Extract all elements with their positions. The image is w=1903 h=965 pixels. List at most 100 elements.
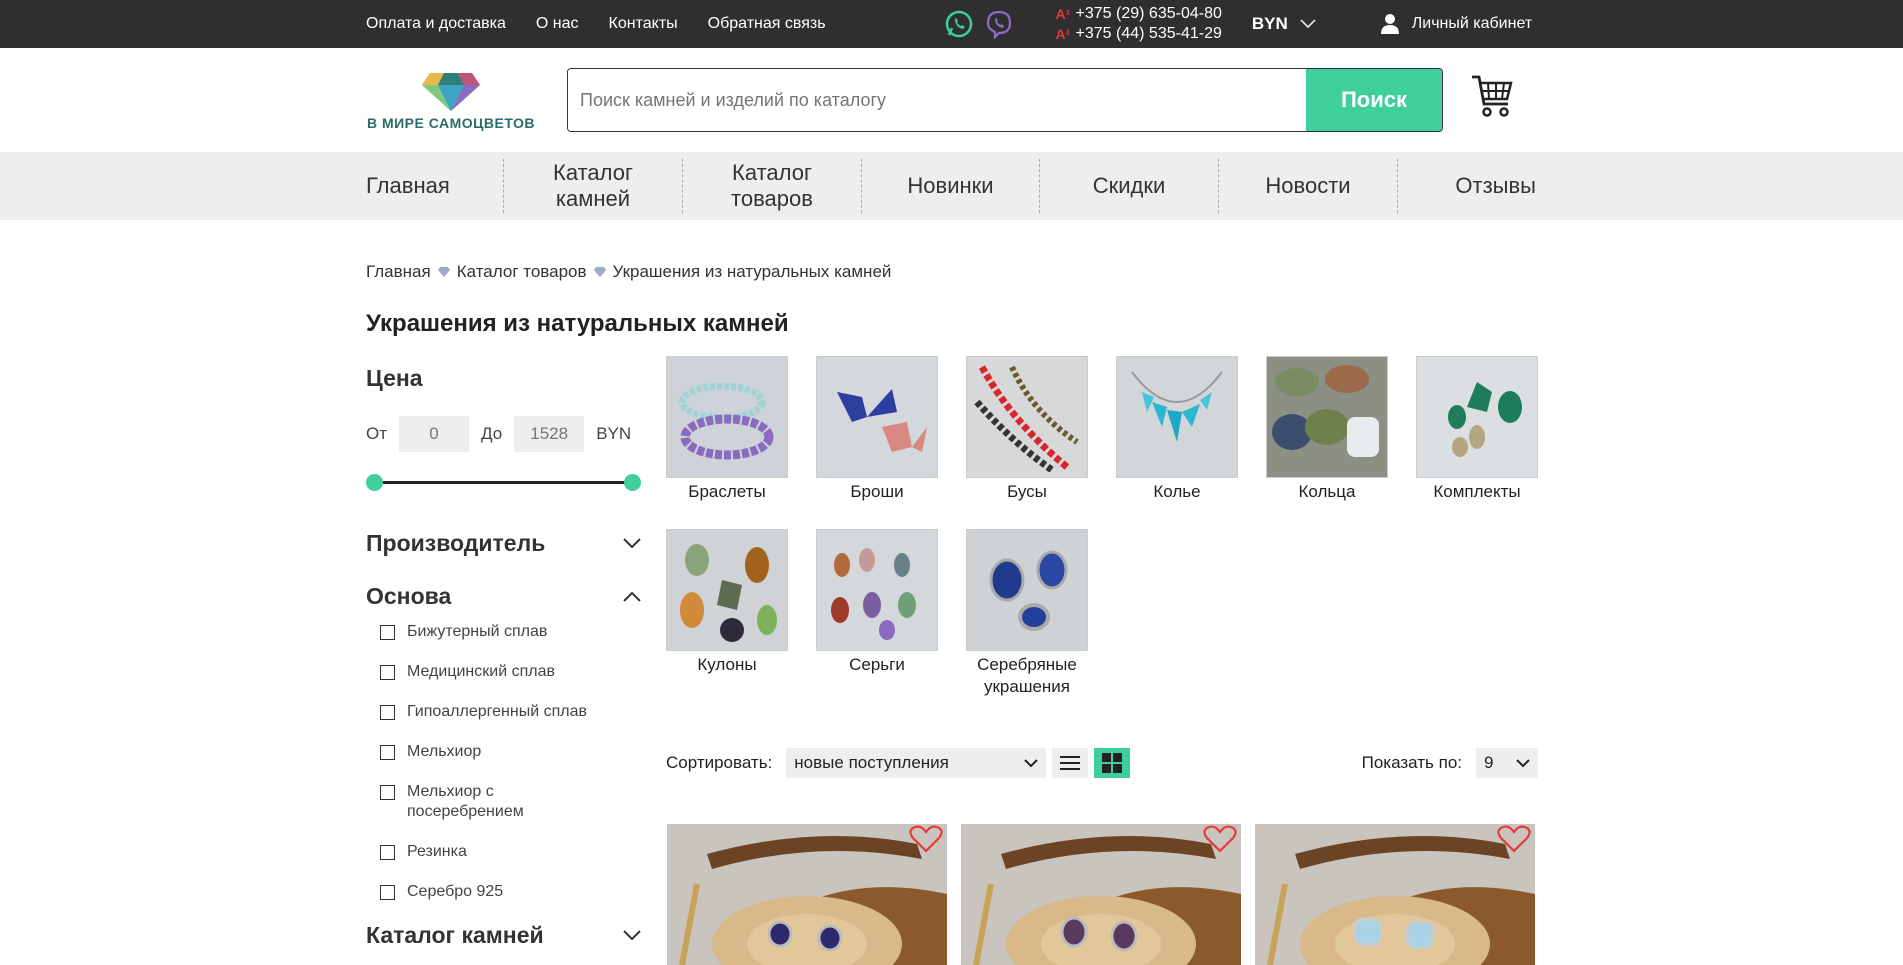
top-link-contacts[interactable]: Контакты [609, 15, 678, 33]
base-option[interactable]: Мельхиор [366, 742, 641, 762]
base-option[interactable]: Серебро 925 [366, 882, 641, 902]
whatsapp-icon[interactable] [944, 9, 974, 39]
nav-item-news[interactable]: Новости [1219, 159, 1398, 213]
category-image [666, 529, 788, 651]
category-image [966, 529, 1088, 651]
category-label: Серьги [849, 655, 905, 674]
option-label: Мельхиор с посеребрением [407, 783, 524, 820]
show-per-page-select[interactable]: 9 [1476, 748, 1538, 778]
category-silver-jewelry[interactable]: Серебряные украшения [966, 529, 1088, 698]
category-image [666, 356, 788, 478]
favorite-heart-icon[interactable] [1203, 824, 1237, 854]
account-label: Личный кабинет [1411, 15, 1533, 32]
option-label: Гипоаллергенный сплав [407, 703, 587, 720]
grid-icon [1102, 753, 1123, 773]
phones: A¹ +375 (29) 635-04-80 A¹ +375 (44) 535-41… [1056, 4, 1222, 44]
category-pendants[interactable]: Кулоны [666, 529, 788, 676]
sort-bar: Сортировать: новые поступления Показать … [666, 748, 1538, 778]
price-slider[interactable] [366, 472, 641, 492]
product-card[interactable] [1255, 824, 1535, 965]
product-card[interactable] [961, 824, 1241, 965]
checkbox[interactable] [380, 705, 395, 720]
base-filter[interactable]: Основа [366, 583, 641, 610]
currency-value: BYN [1251, 14, 1288, 33]
category-image [1116, 356, 1238, 478]
category-label: Бусы [1007, 482, 1047, 501]
category-sets[interactable]: Комплекты [1416, 356, 1538, 503]
nav-item-home[interactable]: Главная [366, 159, 504, 213]
product-image [961, 824, 1241, 965]
gem-separator-icon [437, 267, 450, 277]
account-link[interactable]: Личный кабинет [1380, 13, 1532, 35]
nav-item-label: Каталог камней [553, 160, 633, 211]
base-option[interactable]: Бижутерный сплав [366, 622, 641, 642]
checkbox[interactable] [380, 625, 395, 640]
currency-selector[interactable]: BYN [1252, 14, 1316, 34]
nav-item-reviews[interactable]: Отзывы [1398, 159, 1536, 213]
product-card[interactable] [667, 824, 947, 965]
category-earrings[interactable]: Серьги [816, 529, 938, 676]
price-to-input[interactable] [514, 416, 585, 452]
category-bracelets[interactable]: Браслеты [666, 356, 788, 503]
option-label: Мельхиор [407, 743, 482, 760]
top-link-feedback[interactable]: Обратная связь [708, 15, 826, 33]
filter-sidebar: Цена От До BYN Производитель Основа Бижу… [366, 365, 641, 949]
category-necklaces[interactable]: Колье [1116, 356, 1238, 503]
logo-text: В МИРЕ САМОЦВЕТОВ [366, 115, 536, 131]
checkbox[interactable] [380, 785, 395, 800]
sort-select[interactable]: новые поступления [786, 748, 1047, 778]
option-label: Резинка [407, 843, 467, 860]
base-option[interactable]: Медицинский сплав [366, 662, 641, 682]
top-link-about[interactable]: О нас [536, 15, 579, 33]
checkbox[interactable] [380, 665, 395, 680]
product-grid [667, 824, 1535, 965]
main-nav: Главная Каталог камней Каталог товаров Н… [0, 152, 1903, 220]
sort-label: Сортировать: [666, 753, 773, 772]
stone-catalog-filter[interactable]: Каталог камней [366, 922, 641, 949]
nav-item-new[interactable]: Новинки [862, 159, 1040, 213]
nav-item-stone-catalog[interactable]: Каталог камней [504, 159, 683, 213]
checkbox[interactable] [380, 885, 395, 900]
base-option[interactable]: Мельхиор с посеребрением [366, 782, 641, 822]
breadcrumb-current: Украшения из натуральных камней [612, 262, 892, 281]
category-brooches[interactable]: Броши [816, 356, 938, 503]
product-image [1255, 824, 1535, 965]
slider-handle-max[interactable] [624, 474, 641, 491]
base-option[interactable]: Гипоаллергенный сплав [366, 702, 641, 722]
phone-a1-44[interactable]: A¹ +375 (44) 535-41-29 [1056, 24, 1222, 44]
category-beads[interactable]: Бусы [966, 356, 1088, 503]
option-label: Бижутерный сплав [407, 623, 548, 640]
base-option[interactable]: Резинка [366, 842, 641, 862]
slider-handle-min[interactable] [366, 474, 383, 491]
phone-a1-29[interactable]: A¹ +375 (29) 635-04-80 [1056, 4, 1222, 24]
list-view-button[interactable] [1052, 748, 1089, 778]
category-rings[interactable]: Кольца [1266, 356, 1388, 503]
breadcrumb: Главная Каталог товаров Украшения из нат… [366, 262, 891, 282]
top-link-delivery[interactable]: Оплата и доставка [366, 15, 506, 33]
logo[interactable]: В МИРЕ САМОЦВЕТОВ [366, 60, 536, 140]
breadcrumb-catalog[interactable]: Каталог товаров [457, 262, 587, 282]
option-label: Медицинский сплав [407, 663, 555, 680]
a1-operator-icon: A¹ [1055, 6, 1071, 22]
chevron-down-icon [1516, 758, 1530, 767]
favorite-heart-icon[interactable] [909, 824, 943, 854]
product-image [667, 824, 947, 965]
nav-item-label: Каталог товаров [731, 160, 813, 211]
show-per-page-label: Показать по: [1361, 753, 1462, 772]
price-from-input[interactable] [399, 416, 470, 452]
grid-view-button[interactable] [1094, 748, 1131, 778]
checkbox[interactable] [380, 745, 395, 760]
favorite-heart-icon[interactable] [1497, 824, 1531, 854]
manufacturer-filter[interactable]: Производитель [366, 530, 641, 557]
cart-button[interactable] [1470, 74, 1514, 125]
slider-track [374, 481, 633, 484]
checkbox[interactable] [380, 845, 395, 860]
search-input[interactable] [568, 69, 1306, 131]
category-label: Броши [850, 482, 904, 501]
breadcrumb-home[interactable]: Главная [366, 262, 431, 282]
nav-item-discounts[interactable]: Скидки [1040, 159, 1219, 213]
search-button[interactable]: Поиск [1306, 69, 1442, 131]
viber-icon[interactable] [984, 9, 1014, 39]
nav-item-product-catalog[interactable]: Каталог товаров [683, 159, 862, 213]
category-label: Кулоны [697, 655, 757, 674]
